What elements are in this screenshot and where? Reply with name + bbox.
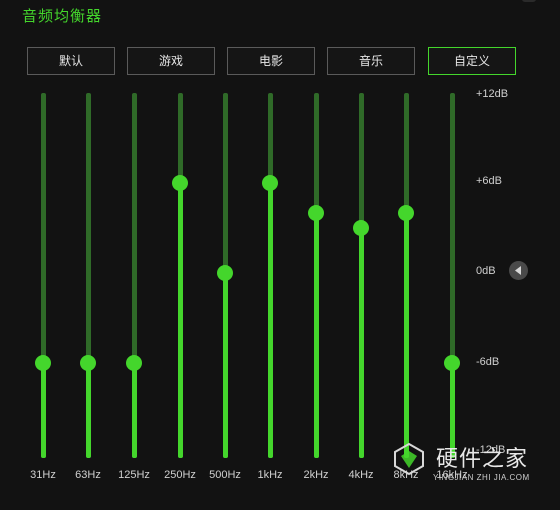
- eq-level-fill: [178, 183, 183, 458]
- preset-custom[interactable]: 自定义: [428, 47, 516, 75]
- window-control[interactable]: [522, 0, 536, 2]
- eq-track-1khz[interactable]: [268, 93, 273, 458]
- eq-knob-125hz[interactable]: [126, 355, 142, 371]
- watermark-logo-icon: [394, 442, 424, 476]
- eq-track-16khz[interactable]: [450, 93, 455, 458]
- eq-knob-500hz[interactable]: [217, 265, 233, 281]
- preset-movie[interactable]: 电影: [227, 47, 315, 75]
- eq-knob-8khz[interactable]: [398, 205, 414, 221]
- db-label-plus6: +6dB: [476, 175, 502, 187]
- eq-track-250hz[interactable]: [178, 93, 183, 458]
- eq-knob-1khz[interactable]: [262, 175, 278, 191]
- eq-track-31hz[interactable]: [41, 93, 46, 458]
- freq-label-500hz: 500Hz: [209, 469, 241, 481]
- freq-label-125hz: 125Hz: [118, 469, 150, 481]
- eq-level-fill: [314, 213, 319, 458]
- eq-level-fill: [132, 363, 137, 458]
- preset-music[interactable]: 音乐: [327, 47, 415, 75]
- eq-level-fill: [268, 183, 273, 458]
- eq-knob-4khz[interactable]: [353, 220, 369, 236]
- preset-default[interactable]: 默认: [27, 47, 115, 75]
- freq-label-1khz: 1kHz: [257, 469, 283, 481]
- triangle-left-icon: [515, 266, 521, 275]
- freq-label-31hz: 31Hz: [30, 469, 56, 481]
- eq-knob-16khz[interactable]: [444, 355, 460, 371]
- freq-label-4khz: 4kHz: [348, 469, 374, 481]
- watermark-name: 硬件之家: [436, 446, 529, 471]
- freq-label-63hz: 63Hz: [75, 469, 101, 481]
- eq-track-63hz[interactable]: [86, 93, 91, 458]
- equalizer-title: 音频均衡器: [22, 8, 103, 25]
- db-label-minus6: -6dB: [476, 356, 500, 368]
- reset-button[interactable]: [509, 261, 528, 280]
- watermark-url: YINGJIAN ZHI JIA.COM: [433, 473, 530, 482]
- eq-level-fill: [41, 363, 46, 458]
- eq-level-fill: [223, 273, 228, 458]
- freq-label-2khz: 2kHz: [303, 469, 329, 481]
- eq-track-4khz[interactable]: [359, 93, 364, 458]
- freq-label-250hz: 250Hz: [164, 469, 196, 481]
- eq-level-fill: [86, 363, 91, 458]
- eq-knob-2khz[interactable]: [308, 205, 324, 221]
- eq-track-8khz[interactable]: [404, 93, 409, 458]
- db-label-plus12: +12dB: [476, 88, 509, 100]
- eq-track-125hz[interactable]: [132, 93, 137, 458]
- eq-knob-31hz[interactable]: [35, 355, 51, 371]
- eq-knob-250hz[interactable]: [172, 175, 188, 191]
- db-label-0: 0dB: [476, 265, 496, 277]
- eq-level-fill: [404, 213, 409, 458]
- eq-track-2khz[interactable]: [314, 93, 319, 458]
- preset-game[interactable]: 游戏: [127, 47, 215, 75]
- eq-level-fill: [359, 228, 364, 458]
- eq-knob-63hz[interactable]: [80, 355, 96, 371]
